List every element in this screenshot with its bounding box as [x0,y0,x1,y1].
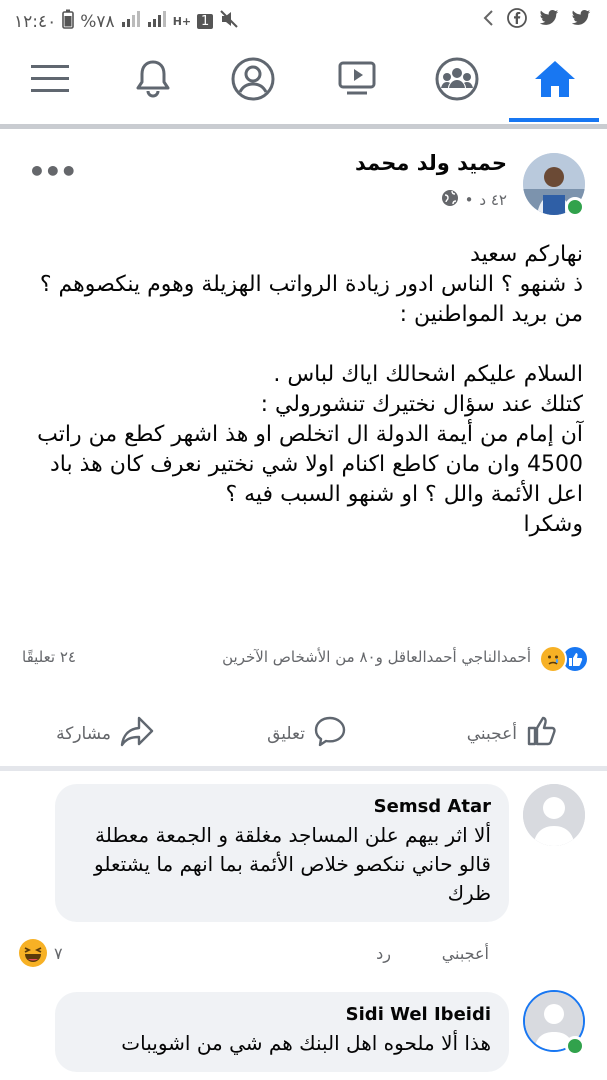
reactions-text: أحمدالناجي أحمدالعاقل و٨٠ من الأشخاص الآ… [222,648,531,666]
globe-icon [441,189,459,211]
comment-bubble: Sidi Wel Ibeidi هذا ألا ملحوه اهل البنك … [55,992,509,1072]
post-line: آن إمام من أيمة الدولة ال اتخلص او هذ اش… [37,422,583,507]
post-line: ذ شنهو ؟ الناس ادور زيادة الرواتب الهزيل… [39,272,583,297]
like-label: أعجبني [466,723,517,744]
twitter-icon-2 [571,9,591,32]
battery-percent: %٧٨ [80,11,115,32]
menu-icon [30,62,70,100]
sad-reaction-icon [539,645,567,673]
groups-icon [434,56,480,106]
post-line: كتلك عند سؤال نختيرك تنشورولي : [260,392,583,417]
post-meta: ٤٢ د • [441,189,507,211]
comment-reaction-count: ٧ [54,944,63,963]
twitter-icon [539,9,559,32]
haha-reaction-icon [18,938,48,972]
notifications-tab[interactable] [108,38,198,124]
video-play-icon [337,60,377,102]
comment-label: تعليق [267,723,305,744]
share-button[interactable]: مشاركة [56,714,155,753]
comment-reply-button[interactable]: رد [376,944,391,963]
meta-separator: • [464,191,474,209]
clock: ١٢:٤٠ [14,11,57,32]
thumbs-up-icon [525,714,559,753]
online-indicator [565,1036,585,1056]
status-left: ١٢:٤٠ %٧٨ H+ 1 [14,9,239,34]
bell-icon [133,58,173,104]
signal-icon [121,10,141,33]
comment-like-button[interactable]: أعجبني [442,944,489,963]
comment-text: هذا ألا ملحوه اهل البنك هم شي من اشويبات [121,1031,491,1055]
more-options-icon[interactable]: ••• [28,155,78,188]
chevron-left-icon [481,8,495,33]
home-icon [532,58,578,104]
comment-text: ألا اثر بيهم علن المساجد مغلقة و الجمعة … [94,823,491,905]
sim-indicator: 1 [197,14,214,29]
status-bar: ١٢:٤٠ %٧٨ H+ 1 [0,0,607,38]
post-line: السلام عليكم اشحالك اياك لباس . [273,362,583,387]
like-button[interactable]: أعجبني [467,714,559,753]
commenter-name[interactable]: Sidi Wel Ibeidi [73,1004,491,1025]
home-tab[interactable] [510,38,600,124]
active-tab-indicator [509,118,599,122]
share-arrow-icon [119,714,155,753]
top-nav [0,38,607,129]
share-label: مشاركة [56,723,111,744]
reactions-summary[interactable]: أحمدالناجي أحمدالعاقل و٨٠ من الأشخاص الآ… [18,642,589,674]
facebook-icon [507,8,527,33]
comment-item: Sidi Wel Ibeidi هذا ألا ملحوه اهل البنك … [0,990,607,1080]
post-line-blank [13,330,583,360]
post-author-name[interactable]: حميد ولد محمد [355,151,507,175]
battery-icon [62,9,75,34]
post-line: من بريد المواطنين : [399,302,583,327]
online-indicator [565,197,585,217]
profile-icon [230,56,276,106]
post-header: حميد ولد محمد ٤٢ د • ••• [0,145,607,225]
network-type: H+ [172,14,192,28]
menu-tab[interactable] [5,38,95,124]
post-line: نهاركم سعيد [470,242,583,267]
mute-icon [219,9,239,34]
comments-count[interactable]: ٢٤ تعليقًا [22,648,76,666]
post-body: نهاركم سعيد ذ شنهو ؟ الناس ادور زيادة ال… [13,240,583,540]
status-right [481,8,591,33]
comment-button[interactable]: تعليق [267,714,347,753]
comment-bubble-icon [313,714,347,753]
commenter-name[interactable]: Semsd Atar [73,796,491,817]
commenter-avatar[interactable] [523,784,585,846]
profile-tab[interactable] [208,38,298,124]
signal-icon-2 [147,10,167,33]
post-actions: أعجبني تعليق مشاركة [0,700,607,771]
post-line: وشكرا [523,512,583,537]
comment-item: Semsd Atar ألا اثر بيهم علن المساجد مغلق… [0,782,607,982]
post-time[interactable]: ٤٢ د [479,191,507,209]
comment-bubble: Semsd Atar ألا اثر بيهم علن المساجد مغلق… [55,784,509,922]
watch-tab[interactable] [312,38,402,124]
reaction-icons [539,645,589,673]
groups-tab[interactable] [412,38,502,124]
